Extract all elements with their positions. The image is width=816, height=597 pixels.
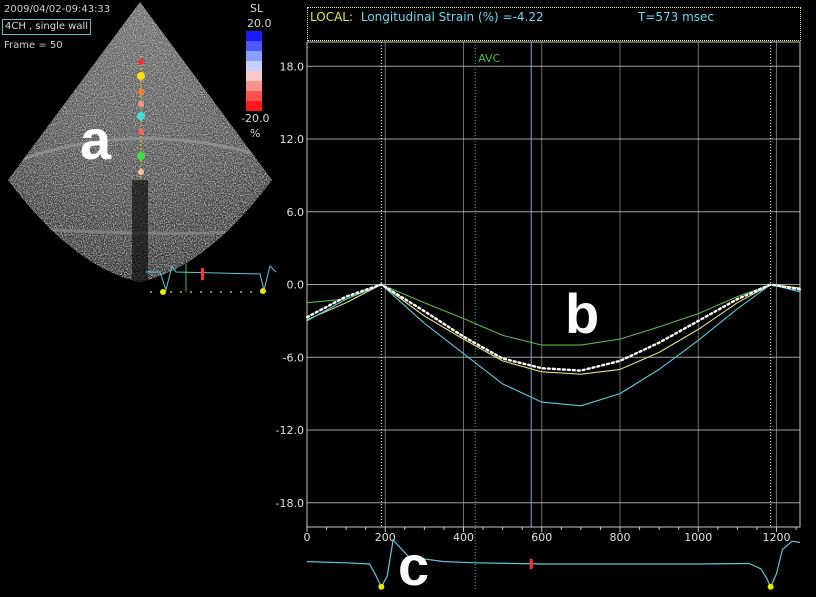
x-tick-label: 1200 (763, 531, 791, 544)
y-tick-label: -18.0 (276, 497, 304, 510)
x-tick-label: 800 (610, 531, 631, 544)
ecg-r-peak-marker (767, 583, 774, 590)
y-tick-label: 18.0 (280, 60, 305, 73)
x-tick-label: 600 (531, 531, 552, 544)
avc-label: AVC (478, 52, 500, 65)
y-tick-label: 12.0 (280, 133, 305, 146)
x-tick-label: 1000 (684, 531, 712, 544)
y-tick-label: -6.0 (283, 351, 304, 364)
x-tick-label: 0 (304, 531, 311, 544)
x-tick-label: 400 (453, 531, 474, 544)
y-tick-label: 0.0 (287, 279, 305, 292)
panel-label-b: b (565, 282, 600, 345)
ecg-current-time-marker (529, 559, 533, 569)
ecg-trace (306, 538, 801, 589)
panel-label-c: c (398, 534, 430, 597)
y-tick-label: 6.0 (287, 206, 305, 219)
y-tick-label: -12.0 (276, 424, 304, 437)
ecg-r-peak-marker (378, 583, 385, 590)
strain-chart: 18.012.06.00.0-6.0-12.0-18.0AVC0 200 400 60… (276, 41, 802, 590)
